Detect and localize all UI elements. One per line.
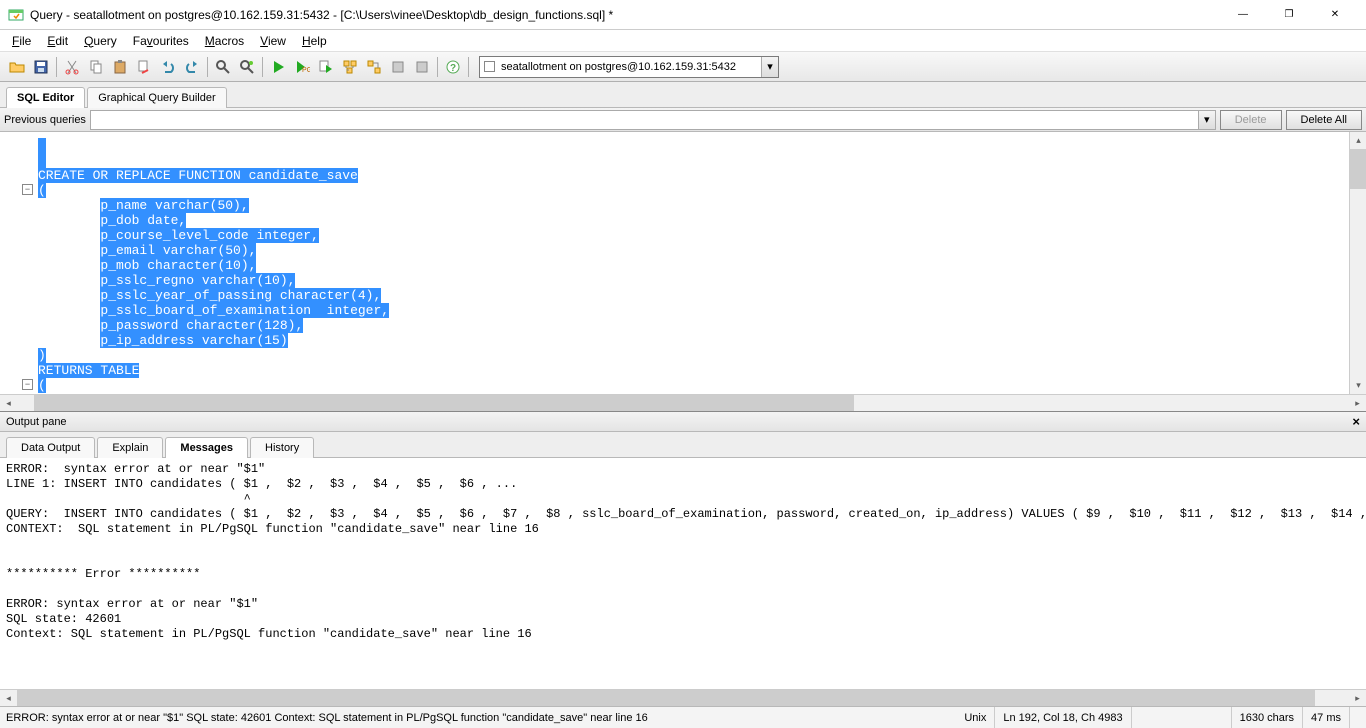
save-icon[interactable]: [30, 56, 52, 78]
fold-toggle[interactable]: −: [22, 379, 33, 390]
help-icon[interactable]: ?: [442, 56, 464, 78]
explain-analyze-icon[interactable]: [363, 56, 385, 78]
find-icon[interactable]: [212, 56, 234, 78]
open-icon[interactable]: [6, 56, 28, 78]
db-status-icon: [484, 61, 495, 72]
cancel-icon[interactable]: [387, 56, 409, 78]
menu-edit[interactable]: Edit: [39, 32, 76, 50]
stop-icon[interactable]: [411, 56, 433, 78]
delete-button[interactable]: Delete: [1220, 110, 1282, 130]
editor-vscrollbar[interactable]: ▴ ▾: [1349, 132, 1366, 394]
replace-icon[interactable]: [236, 56, 258, 78]
editor-tabs: SQL Editor Graphical Query Builder: [0, 82, 1366, 108]
tab-history[interactable]: History: [250, 437, 314, 458]
output-pane-label: Output pane: [6, 416, 67, 428]
menu-view[interactable]: View: [252, 32, 294, 50]
minimize-button[interactable]: ―: [1220, 0, 1266, 30]
toolbar: PG ? seatallotment on postgres@10.162.15…: [0, 52, 1366, 82]
svg-text:PG: PG: [302, 67, 310, 74]
connection-label: seatallotment on postgres@10.162.159.31:…: [499, 61, 761, 73]
explain-icon[interactable]: [339, 56, 361, 78]
previous-queries-row: Previous queries ▾ Delete Delete All: [0, 108, 1366, 132]
previous-queries-label: Previous queries: [4, 114, 86, 126]
fold-toggle[interactable]: −: [22, 184, 33, 195]
connection-selector[interactable]: seatallotment on postgres@10.162.159.31:…: [479, 56, 779, 78]
tab-explain[interactable]: Explain: [97, 437, 163, 458]
sql-editor[interactable]: CREATE OR REPLACE FUNCTION candidate_sav…: [0, 132, 1366, 412]
close-output-icon[interactable]: ×: [1352, 414, 1360, 429]
status-error: ERROR: syntax error at or near "$1" SQL …: [0, 712, 956, 724]
clear-icon[interactable]: [133, 56, 155, 78]
cut-icon[interactable]: [61, 56, 83, 78]
status-chars: 1630 chars: [1232, 707, 1303, 728]
menubar: File Edit Query Favourites Macros View H…: [0, 30, 1366, 52]
close-button[interactable]: ✕: [1312, 0, 1358, 30]
undo-icon[interactable]: [157, 56, 179, 78]
messages-output[interactable]: ERROR: syntax error at or near "$1" LINE…: [0, 458, 1366, 706]
menu-favourites[interactable]: Favourites: [125, 32, 197, 50]
tab-graphical-query-builder[interactable]: Graphical Query Builder: [87, 87, 226, 108]
menu-help[interactable]: Help: [294, 32, 335, 50]
status-os: Unix: [956, 707, 995, 728]
paste-icon[interactable]: [109, 56, 131, 78]
chevron-down-icon[interactable]: ▾: [761, 57, 778, 77]
editor-hscrollbar[interactable]: ◂ ▸: [0, 394, 1366, 411]
redo-icon[interactable]: [181, 56, 203, 78]
previous-queries-combo[interactable]: ▾: [90, 110, 1216, 130]
delete-all-button[interactable]: Delete All: [1286, 110, 1362, 130]
status-time: 47 ms: [1303, 707, 1350, 728]
output-pane-header: Output pane ×: [0, 412, 1366, 432]
execute-file-icon[interactable]: [315, 56, 337, 78]
copy-icon[interactable]: [85, 56, 107, 78]
menu-file[interactable]: File: [4, 32, 39, 50]
output-hscrollbar[interactable]: ◂ ▸: [0, 689, 1366, 706]
tab-messages[interactable]: Messages: [165, 437, 248, 458]
maximize-button[interactable]: ❐: [1266, 0, 1312, 30]
statusbar: ERROR: syntax error at or near "$1" SQL …: [0, 706, 1366, 728]
menu-macros[interactable]: Macros: [197, 32, 252, 50]
status-position: Ln 192, Col 18, Ch 4983: [995, 707, 1131, 728]
tab-sql-editor[interactable]: SQL Editor: [6, 87, 85, 108]
execute-pgscript-icon[interactable]: PG: [291, 56, 313, 78]
tab-data-output[interactable]: Data Output: [6, 437, 95, 458]
window-title: Query - seatallotment on postgres@10.162…: [30, 8, 1220, 22]
chevron-down-icon[interactable]: ▾: [1198, 111, 1215, 129]
svg-text:?: ?: [450, 63, 456, 74]
menu-query[interactable]: Query: [76, 32, 125, 50]
execute-icon[interactable]: [267, 56, 289, 78]
app-icon: [8, 7, 24, 23]
output-tabs: Data Output Explain Messages History: [0, 432, 1366, 458]
titlebar: Query - seatallotment on postgres@10.162…: [0, 0, 1366, 30]
